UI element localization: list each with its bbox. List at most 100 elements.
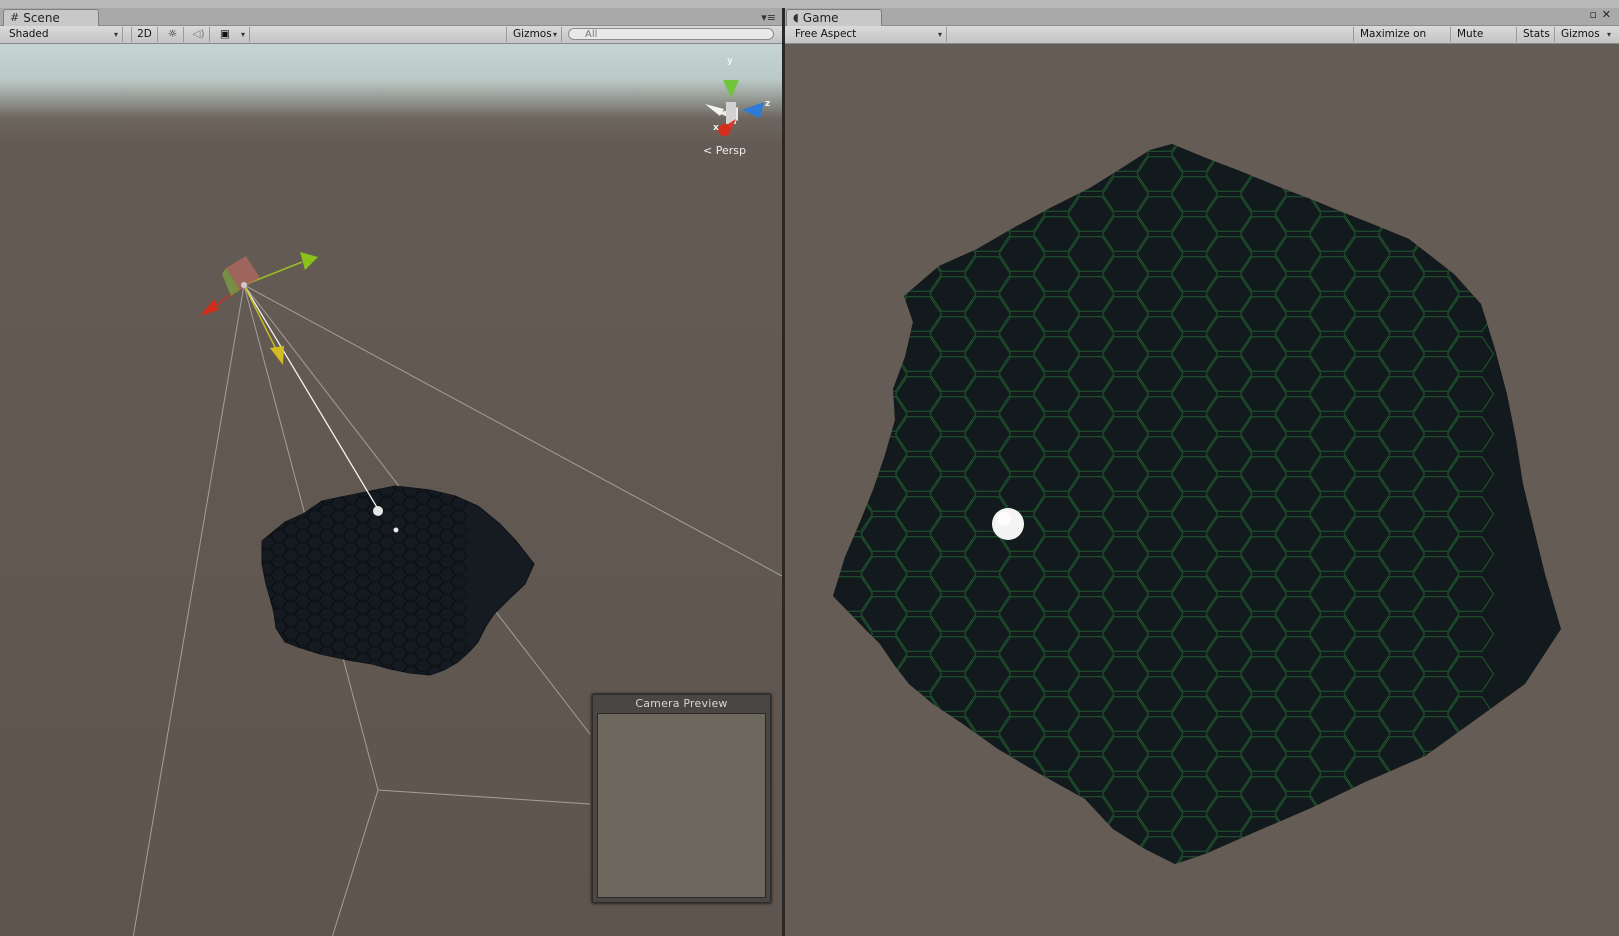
hex-cell [929, 144, 977, 152]
tab-game[interactable]: ◖ Game [786, 9, 882, 26]
editor-top-strip [0, 0, 1619, 8]
hex-cell [833, 316, 839, 352]
hex-cell [894, 776, 943, 812]
hex-cell [270, 660, 288, 672]
hex-cell [833, 144, 874, 172]
maximize-window-icon[interactable]: ▫ [1590, 8, 1597, 21]
hex-cell [894, 176, 943, 212]
hex-cell [833, 596, 839, 632]
hex-cell [929, 156, 977, 192]
hex-cell [450, 575, 468, 588]
tab-scene[interactable]: # Scene [3, 9, 99, 26]
hex-cell [306, 666, 324, 675]
hex-cell [963, 144, 1012, 172]
hex-cell [998, 144, 1046, 152]
hex-cell [1446, 144, 1495, 172]
hex-cell [1034, 897, 1080, 932]
hex-cell [1377, 176, 1426, 212]
hex-cell [1412, 196, 1460, 232]
hex-cell [330, 486, 348, 497]
hex-cell [894, 816, 943, 852]
hex-grid-cells [262, 486, 468, 675]
hex-cell [342, 486, 360, 491]
hex-cell [262, 497, 276, 510]
mute-audio-toggle[interactable]: Mute audio [1451, 27, 1517, 55]
hex-cell [963, 176, 1012, 212]
maximize-on-play-toggle[interactable]: Maximize on Play [1353, 27, 1451, 55]
aspect-dropdown[interactable]: Free Aspect ▾ [789, 27, 947, 42]
hex-cell [1344, 877, 1390, 912]
hex-cell [860, 236, 908, 272]
close-icon[interactable]: ✕ [1602, 8, 1611, 21]
scene-tab-menu-icon[interactable]: ▾≡ [761, 11, 776, 24]
hex-cell [1412, 756, 1460, 792]
camera-preview-window: Camera Preview [592, 694, 771, 903]
scene-gizmos-dropdown[interactable]: Gizmos ▾ [506, 27, 562, 42]
hex-cell [998, 836, 1046, 864]
chevron-down-icon: ▾ [113, 30, 118, 39]
2d-toggle-button[interactable]: 2D [131, 27, 158, 42]
hex-cell [1137, 877, 1183, 912]
scene-player-ball[interactable] [373, 506, 383, 516]
persp-toggle[interactable]: < Persp [703, 144, 746, 157]
hex-cell [860, 676, 908, 712]
hex-cell [318, 486, 336, 491]
hex-cell [450, 549, 468, 562]
hex-cell [262, 640, 276, 653]
hex-cell [833, 156, 839, 192]
grid-icon: # [10, 11, 20, 24]
hex-cell [450, 486, 468, 497]
hex-cell [833, 416, 874, 452]
hex-cell [262, 490, 264, 504]
hex-cell [998, 796, 1046, 832]
hex-cell [450, 614, 468, 627]
hex-cell [860, 756, 908, 792]
hex-cell [860, 276, 908, 312]
hex-cell [1412, 796, 1460, 832]
hex-cell [262, 510, 276, 523]
hex-cell [262, 595, 264, 607]
scene-search-input[interactable] [568, 28, 774, 40]
scene-effects-button[interactable]: ▣ ▾ [214, 27, 250, 42]
hex-cell [860, 836, 908, 864]
sun-icon: ☼ [167, 28, 178, 40]
hex-cell [833, 856, 874, 864]
hex-cell [262, 569, 264, 581]
hex-cell [1308, 856, 1357, 864]
chevron-down-icon: ▾ [240, 30, 245, 39]
scene-lighting-button[interactable]: ☼ [162, 27, 184, 42]
hex-board[interactable] [785, 44, 1619, 936]
transform-gizmo[interactable] [200, 252, 318, 365]
hex-cell [282, 653, 300, 666]
hex-cell [833, 176, 874, 212]
2d-toggle-label: 2D [137, 28, 152, 40]
hex-cell [262, 529, 264, 543]
hex-cell [1446, 776, 1495, 812]
perspective-icon: < [703, 144, 713, 157]
hex-cell [450, 666, 468, 675]
axis-y-label: y [727, 56, 733, 66]
hex-cell [294, 660, 312, 672]
hex-cell [1308, 144, 1357, 172]
game-gizmos-dropdown[interactable]: Gizmos ▾ [1555, 27, 1615, 42]
image-icon: ▣ [220, 28, 230, 40]
hex-cell [262, 614, 276, 627]
hex-cell [833, 296, 874, 332]
hex-cell [1377, 776, 1426, 812]
tab-scene-label: Scene [23, 11, 60, 25]
stats-toggle[interactable]: Stats [1517, 27, 1555, 42]
game-viewport[interactable] [785, 44, 1619, 936]
hex-cell [896, 897, 942, 932]
hex-cell [1446, 176, 1495, 212]
scene-audio-button[interactable]: ◁) [188, 27, 210, 42]
hex-cell [930, 877, 976, 912]
hex-cell [262, 486, 276, 497]
hex-cell [929, 196, 977, 232]
hex-cell [450, 510, 468, 523]
hex-cell [1068, 877, 1114, 912]
shading-mode-dropdown[interactable]: Shaded ▾ [3, 27, 123, 42]
hex-cell [833, 216, 874, 252]
hex-cell [262, 582, 264, 594]
hex-cell [1103, 897, 1149, 932]
hex-cell [1310, 897, 1356, 932]
